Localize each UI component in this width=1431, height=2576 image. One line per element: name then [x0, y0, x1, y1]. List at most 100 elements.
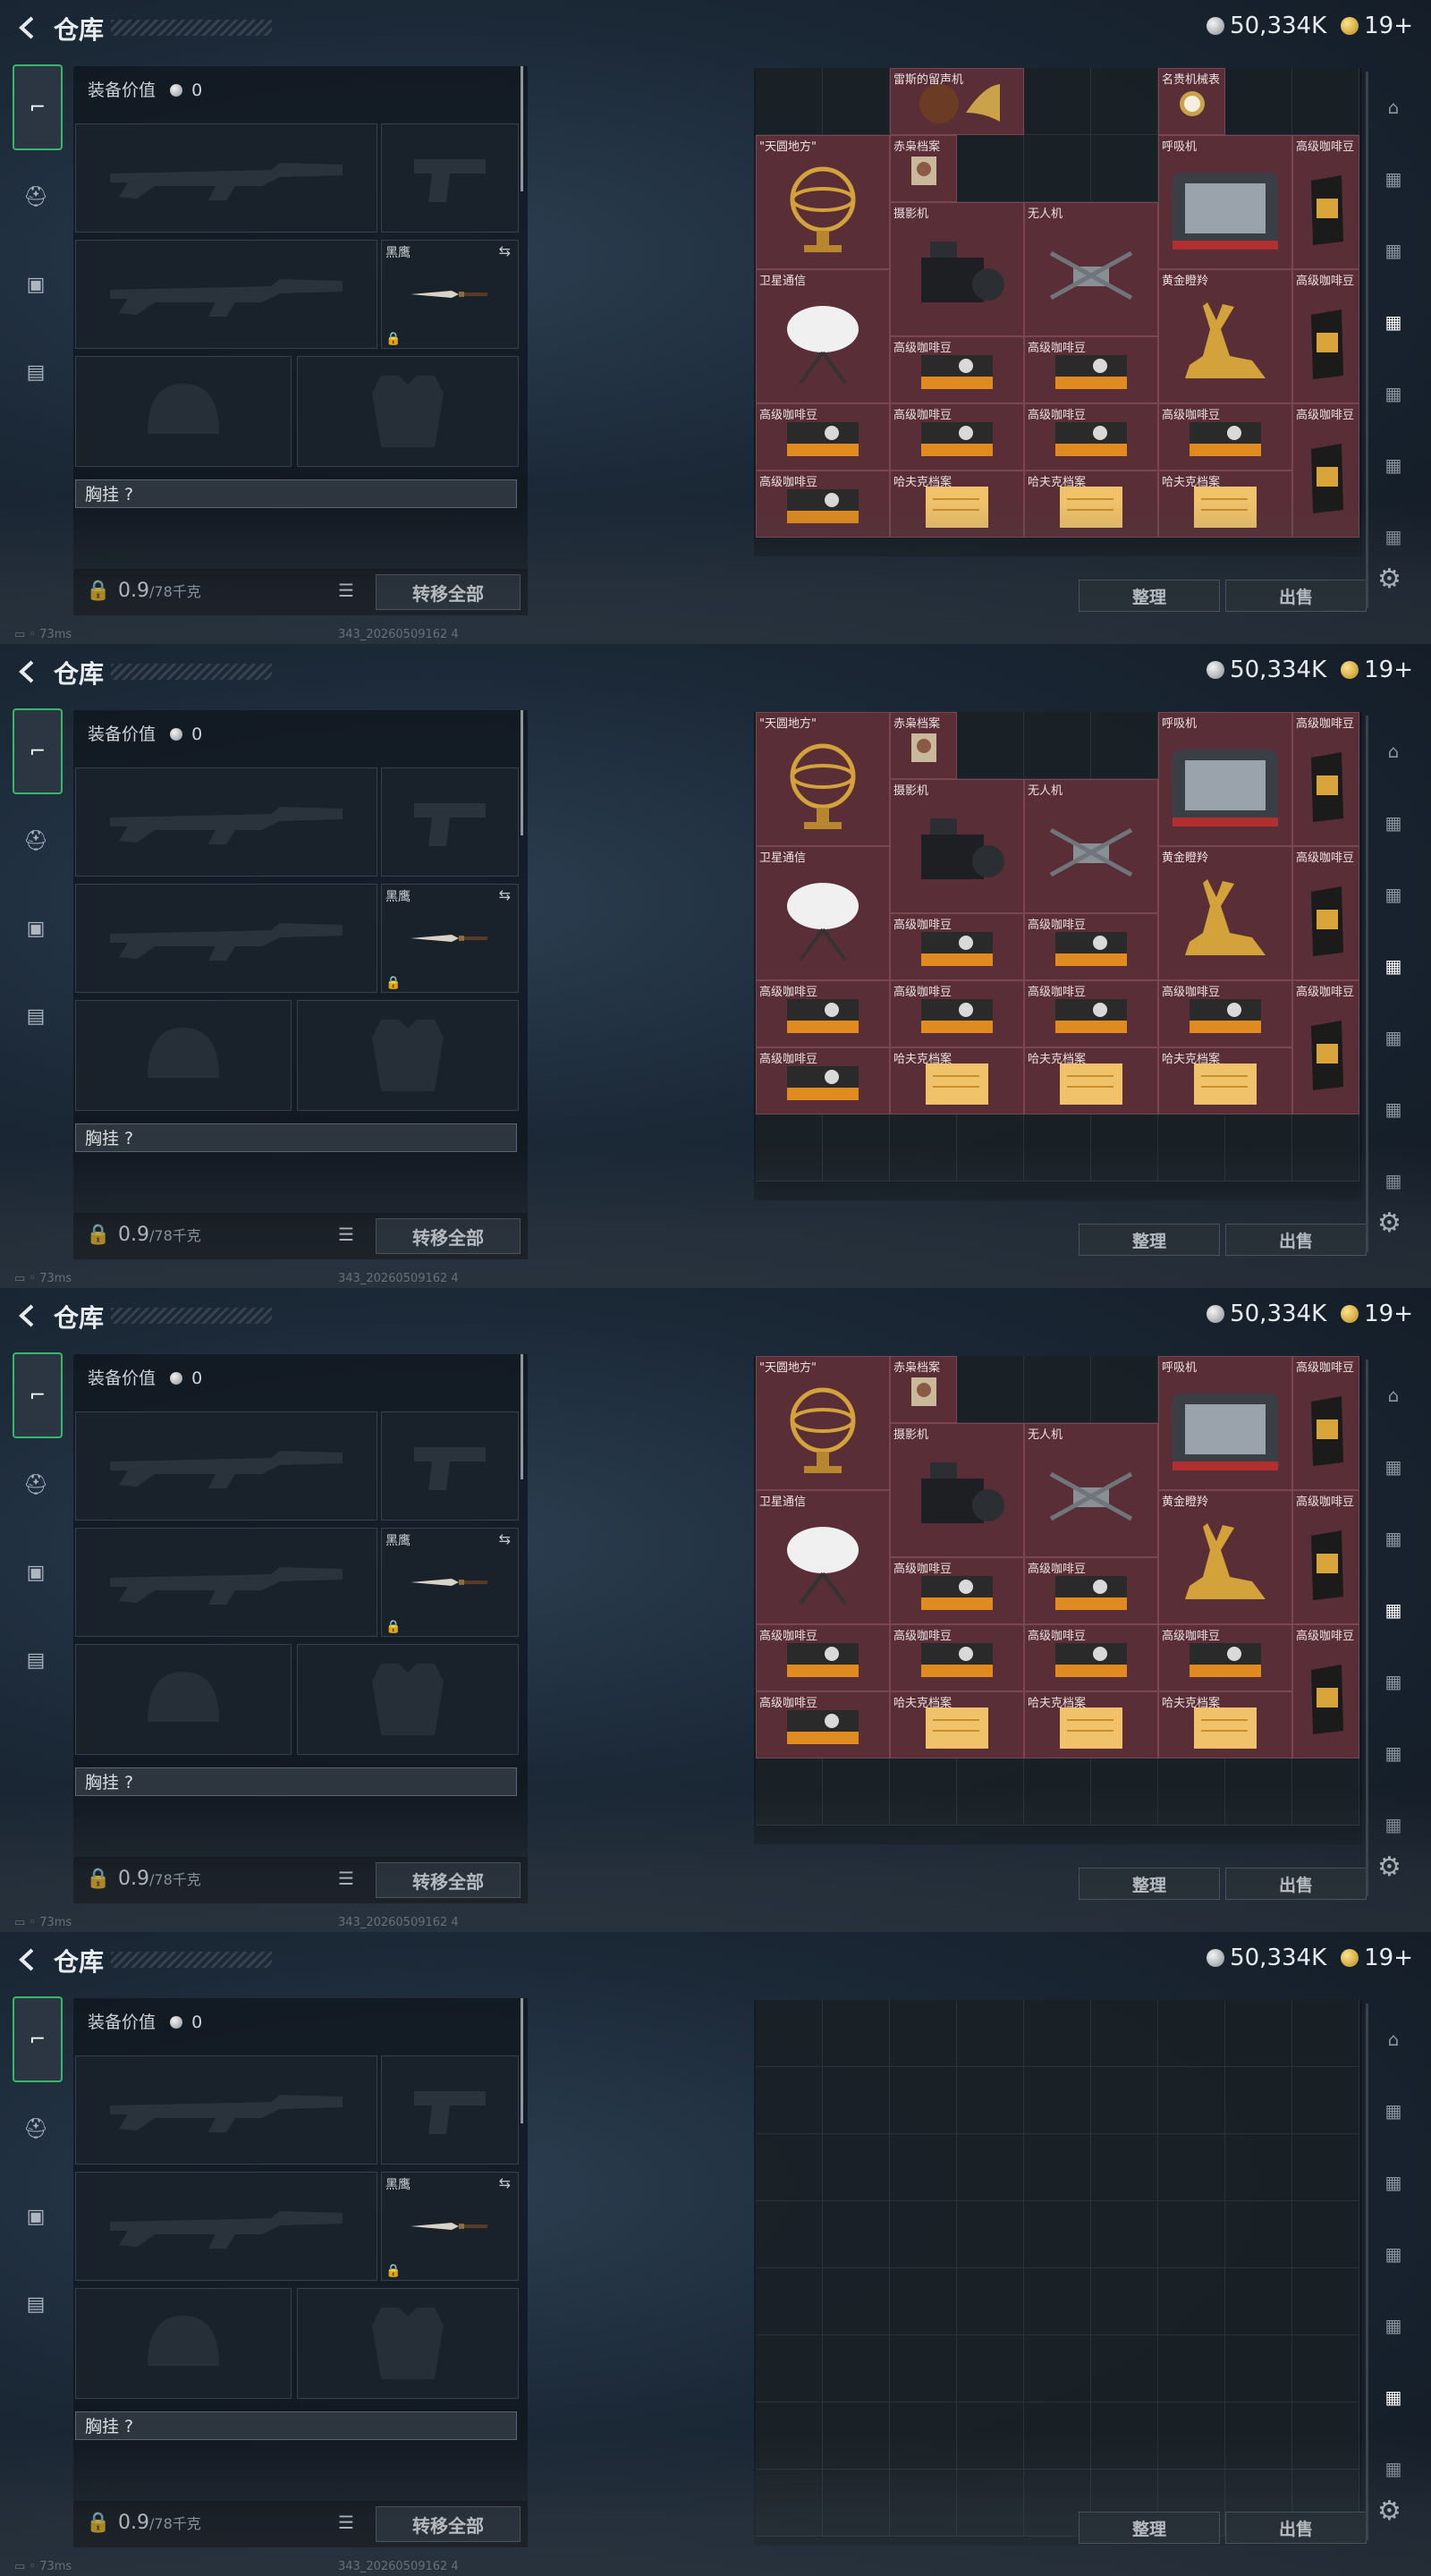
stash-cell[interactable]: [1225, 1758, 1292, 1826]
tab-stash-4[interactable]: ▦: [1376, 376, 1411, 411]
stash-item[interactable]: 高级咖啡豆: [756, 980, 890, 1047]
primary-weapon-slot[interactable]: [75, 2055, 377, 2165]
sell-button[interactable]: 出售: [1225, 2512, 1367, 2544]
stash-cell[interactable]: [1091, 1758, 1158, 1826]
tab-all-stash[interactable]: ⌂: [1376, 1377, 1411, 1413]
stash-cell[interactable]: [1091, 2067, 1158, 2134]
sell-button[interactable]: 出售: [1225, 1868, 1367, 1900]
secondary-weapon-slot[interactable]: [75, 1528, 377, 1637]
stash-cell[interactable]: [1024, 2067, 1091, 2134]
tab-stash-5[interactable]: ▦: [1376, 447, 1411, 483]
stash-item[interactable]: 摄影机: [890, 202, 1024, 336]
back-button[interactable]: [13, 1945, 43, 1975]
tab-stash-6[interactable]: ▦: [1376, 1807, 1411, 1843]
stash-cell[interactable]: [1158, 2201, 1225, 2268]
stash-item[interactable]: 高级咖啡豆: [890, 1624, 1024, 1691]
tab-stash-5[interactable]: ▦: [1376, 1735, 1411, 1771]
equipment-scrollbar[interactable]: [521, 66, 523, 191]
stash-cell[interactable]: [957, 1114, 1024, 1182]
stash-item[interactable]: 赤枭档案: [890, 135, 957, 202]
stash-cell[interactable]: [823, 2134, 890, 2201]
stash-cell[interactable]: [1091, 712, 1158, 779]
tab-weapons[interactable]: ⌐: [13, 1352, 63, 1438]
tab-stash-2[interactable]: ▦: [1376, 233, 1411, 268]
stash-cell[interactable]: [1292, 2402, 1359, 2470]
chest-rig-slot[interactable]: 胸挂 ?: [75, 1767, 517, 1796]
stash-cell[interactable]: [1024, 2134, 1091, 2201]
armor-slot[interactable]: [297, 356, 519, 467]
stash-item[interactable]: 卫星通信: [756, 269, 890, 403]
transfer-all-button[interactable]: 转移全部: [376, 2506, 521, 2542]
stash-cell[interactable]: [756, 2470, 823, 2537]
sort-button[interactable]: 整理: [1079, 2512, 1220, 2544]
chest-rig-slot[interactable]: 胸挂 ?: [75, 1123, 517, 1152]
stash-cell[interactable]: [823, 2067, 890, 2134]
stash-cell[interactable]: [823, 1758, 890, 1826]
stash-cell[interactable]: [1292, 68, 1359, 135]
settings-gear-icon[interactable]: ⚙: [1377, 2496, 1401, 2527]
stash-cell[interactable]: [1158, 2067, 1225, 2134]
stash-cell[interactable]: [1225, 2335, 1292, 2402]
stash-cell[interactable]: [823, 2000, 890, 2067]
tab-stash-4[interactable]: ▦: [1376, 1020, 1411, 1055]
stash-item[interactable]: 哈夫克档案: [1158, 1691, 1292, 1758]
tab-all-stash[interactable]: ⌂: [1376, 2021, 1411, 2057]
stash-cell[interactable]: [756, 2268, 823, 2335]
stash-item[interactable]: 高级咖啡豆: [1158, 1624, 1292, 1691]
tab-stash-3[interactable]: ▦: [1376, 1592, 1411, 1628]
tab-weapons[interactable]: ⌐: [13, 1996, 63, 2082]
tab-stash-4[interactable]: ▦: [1376, 2308, 1411, 2343]
stash-cell[interactable]: [957, 2067, 1024, 2134]
pistol-slot[interactable]: [381, 123, 519, 233]
settings-gear-icon[interactable]: ⚙: [1377, 564, 1401, 595]
stash-item[interactable]: "天圆地方": [756, 135, 890, 269]
stash-cell[interactable]: [1292, 1758, 1359, 1826]
stash-cell[interactable]: [1158, 1114, 1225, 1182]
tab-stash-2[interactable]: ▦: [1376, 2165, 1411, 2200]
armor-slot[interactable]: [297, 1000, 519, 1111]
stash-cell[interactable]: [1024, 1114, 1091, 1182]
secondary-weapon-slot[interactable]: [75, 240, 377, 349]
stash-item[interactable]: 高级咖啡豆: [1024, 403, 1158, 470]
stash-cell[interactable]: [1292, 2000, 1359, 2067]
stash-item[interactable]: 高级咖啡豆: [890, 980, 1024, 1047]
tab-stash-6[interactable]: ▦: [1376, 1163, 1411, 1199]
stash-cell[interactable]: [890, 2268, 957, 2335]
stash-item[interactable]: 高级咖啡豆: [1292, 1490, 1359, 1624]
transfer-all-button[interactable]: 转移全部: [376, 1218, 521, 1254]
stash-cell[interactable]: [1091, 1356, 1158, 1423]
melee-slot[interactable]: 黑鹰 ⇆ 🔒: [381, 1528, 519, 1637]
stash-cell[interactable]: [1091, 135, 1158, 202]
stash-cell[interactable]: [1292, 2067, 1359, 2134]
stash-item[interactable]: 高级咖啡豆: [1024, 913, 1158, 980]
stash-cell[interactable]: [1158, 2134, 1225, 2201]
stash-cell[interactable]: [957, 2402, 1024, 2470]
stash-cell[interactable]: [957, 2268, 1024, 2335]
list-icon[interactable]: ☰: [338, 1224, 354, 1245]
stash-item[interactable]: 摄影机: [890, 1423, 1024, 1557]
tab-stash-3[interactable]: ▦: [1376, 304, 1411, 340]
stash-cell[interactable]: [1091, 2201, 1158, 2268]
tab-stash-1[interactable]: ▦: [1376, 805, 1411, 841]
stash-cell[interactable]: [1225, 2201, 1292, 2268]
stash-cell[interactable]: [957, 2000, 1024, 2067]
back-button[interactable]: [13, 1301, 43, 1331]
tab-stash-2[interactable]: ▦: [1376, 1521, 1411, 1556]
stash-item[interactable]: 无人机: [1024, 779, 1158, 913]
melee-slot[interactable]: 黑鹰 ⇆ 🔒: [381, 240, 519, 349]
stash-cell[interactable]: [756, 1114, 823, 1182]
melee-slot[interactable]: 黑鹰 ⇆ 🔒: [381, 884, 519, 993]
stash-cell[interactable]: [1292, 2268, 1359, 2335]
stash-item[interactable]: 高级咖啡豆: [1024, 1624, 1158, 1691]
stash-cell[interactable]: [756, 68, 823, 135]
back-button[interactable]: [13, 13, 43, 43]
stash-cell[interactable]: [957, 2134, 1024, 2201]
stash-cell[interactable]: [1292, 2335, 1359, 2402]
stash-item[interactable]: 高级咖啡豆: [756, 403, 890, 470]
stash-cell[interactable]: [823, 68, 890, 135]
stash-item[interactable]: 哈夫克档案: [1024, 1047, 1158, 1114]
stash-cell[interactable]: [756, 2134, 823, 2201]
stash-cell[interactable]: [756, 2067, 823, 2134]
tab-armor[interactable]: ⛑: [13, 2088, 59, 2170]
stash-cell[interactable]: [1225, 2134, 1292, 2201]
